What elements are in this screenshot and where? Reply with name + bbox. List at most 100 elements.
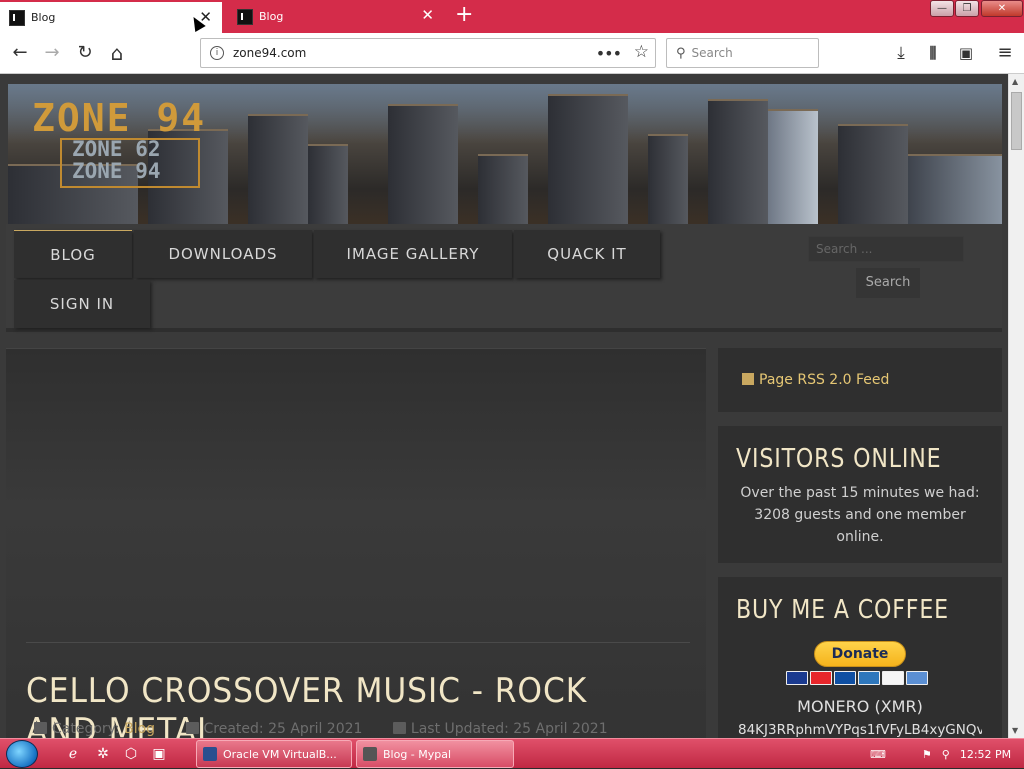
network-icon[interactable]: ⚑ — [922, 748, 932, 761]
menu-item-quack-it[interactable]: QUACK IT — [514, 230, 660, 278]
donate-button[interactable]: Donate — [814, 641, 906, 667]
maestro-card-icon — [834, 671, 856, 685]
site-banner[interactable]: ZONE 94 ZONE 62 ZONE 94 — [8, 84, 1002, 224]
mypal-icon — [363, 747, 377, 761]
scroll-down-icon[interactable]: ▼ — [1012, 726, 1018, 735]
close-tab-icon[interactable]: ✕ — [421, 8, 434, 23]
banner-building — [388, 104, 458, 224]
download-icon[interactable]: ⤓ — [890, 42, 912, 64]
coffee-title: BUY ME A COFFEE — [736, 595, 949, 625]
tab-title: Blog — [259, 10, 284, 23]
taskbar: ℯ ✲ ⬡ ▣ Oracle VM VirtualB... Blog - Myp… — [0, 738, 1024, 768]
coffee-module: BUY ME A COFFEE Donate MONERO (XMR) 84KJ… — [718, 577, 1002, 738]
rss-icon — [742, 373, 754, 385]
site-info-icon[interactable]: i — [210, 46, 224, 60]
visitors-text: Over the past 15 minutes we had: 3208 gu… — [740, 485, 980, 545]
updated-date: Last Updated: 25 April 2021 — [410, 721, 608, 737]
visa-card-icon — [786, 671, 808, 685]
logo-line-3: ZONE 94 — [72, 159, 161, 183]
internet-explorer-icon[interactable]: ℯ — [64, 745, 82, 763]
rss-module: Page RSS 2.0 Feed — [718, 348, 1002, 412]
browser-search-input[interactable]: ⚲ Search — [666, 38, 819, 68]
divider — [26, 642, 690, 643]
search-placeholder: Search — [691, 46, 733, 60]
search-icon: ⚲ — [676, 45, 686, 61]
site-logo[interactable]: ZONE 94 — [32, 96, 206, 140]
monero-label: MONERO (XMR) — [797, 697, 923, 716]
forward-button[interactable]: → — [41, 42, 63, 64]
browser-chrome: Blog ✕ Blog ✕ + — ❐ ✕ ← → ↻ ⌂ i zone94.c… — [0, 0, 1024, 74]
page-actions-icon[interactable]: ••• — [596, 44, 622, 63]
visitors-title: VISITORS ONLINE — [736, 444, 942, 474]
site-favicon-icon — [237, 8, 253, 25]
start-button[interactable] — [6, 740, 38, 768]
banner-building — [548, 94, 628, 224]
navigation-toolbar: ← → ↻ ⌂ i zone94.com ••• ☆ ⚲ Search ⤓ ⫼ … — [0, 33, 1024, 74]
home-button[interactable]: ⌂ — [106, 42, 128, 64]
clock[interactable]: 12:52 PM — [960, 748, 1011, 761]
monero-address[interactable]: 84KJ3RRphmVYPqs1fVFyLB4xyGNQv1 — [738, 722, 982, 738]
logo-line-2: ZONE 62 — [72, 137, 161, 161]
banner-building — [478, 154, 528, 224]
site-search-input[interactable]: Search ... — [808, 236, 964, 262]
keyboard-icon[interactable]: ⌨ — [870, 748, 886, 761]
tab-blog-active[interactable]: Blog ✕ — [0, 0, 222, 33]
back-button[interactable]: ← — [9, 42, 31, 64]
search-icon[interactable]: ⚲ — [942, 748, 950, 761]
scrollbar-thumb[interactable] — [1011, 92, 1022, 150]
scroll-up-icon[interactable]: ▲ — [1012, 77, 1018, 86]
system-tray: ⌨ ⚑ ⚲ 12:52 PM — [870, 739, 1021, 769]
library-icon[interactable]: ⫼ — [922, 42, 944, 64]
page-scrollbar[interactable]: ▲ ▼ — [1008, 74, 1024, 738]
amex-card-icon — [858, 671, 880, 685]
web-page: ZONE 94 ZONE 62 ZONE 94 BLOG DOWNLOADS IM… — [0, 74, 1008, 738]
new-tab-button[interactable]: + — [455, 4, 473, 26]
virtualbox-icon — [203, 747, 217, 761]
site-search-button[interactable]: Search — [856, 268, 920, 298]
reload-button[interactable]: ↻ — [74, 42, 96, 64]
banner-building — [768, 109, 818, 224]
banner-building — [838, 124, 908, 224]
mastercard-icon — [810, 671, 832, 685]
article-meta: Category: Blog Created: 25 April 2021 La… — [34, 721, 608, 737]
task-label: Oracle VM VirtualB... — [223, 747, 337, 761]
close-window-button[interactable]: ✕ — [981, 0, 1023, 17]
rss-label: Page RSS 2.0 Feed — [759, 372, 890, 388]
taskbar-item-virtualbox[interactable]: Oracle VM VirtualB... — [196, 740, 352, 768]
menu-item-sign-in[interactable]: SIGN IN — [14, 280, 150, 328]
banner-building — [648, 134, 688, 224]
site-favicon-icon — [9, 9, 25, 26]
logo-subtitle: ZONE 62 ZONE 94 — [72, 138, 161, 182]
menu-icon[interactable]: ≡ — [994, 42, 1016, 64]
main-menu: BLOG DOWNLOADS IMAGE GALLERY QUACK IT SI… — [6, 224, 1002, 332]
sidebar-icon[interactable]: ▣ — [955, 42, 977, 64]
menu-item-image-gallery[interactable]: IMAGE GALLERY — [314, 230, 512, 278]
task-label: Blog - Mypal — [383, 747, 452, 761]
url-text: zone94.com — [233, 46, 307, 60]
tab-strip: Blog ✕ Blog ✕ + — ❐ ✕ — [0, 0, 1024, 33]
calendar-icon — [392, 722, 406, 734]
menu-item-blog[interactable]: BLOG — [14, 230, 132, 278]
quicklaunch-app-icon[interactable]: ✲ — [94, 745, 112, 763]
maximize-window-button[interactable]: ❐ — [955, 0, 979, 17]
article-area: CELLO CROSSOVER MUSIC - ROCK AND METAL C… — [6, 348, 706, 738]
category-label: Category: — [52, 721, 120, 737]
bank-card-icon — [906, 671, 928, 685]
banner-building — [248, 114, 308, 224]
banner-building — [908, 154, 1002, 224]
bookmark-star-icon[interactable]: ☆ — [634, 42, 649, 62]
minimize-window-button[interactable]: — — [930, 0, 954, 17]
address-bar[interactable]: i zone94.com ••• ☆ — [200, 38, 656, 68]
show-desktop-icon[interactable]: ▣ — [150, 745, 168, 763]
menu-item-downloads[interactable]: DOWNLOADS — [134, 230, 312, 278]
banner-building — [308, 144, 348, 224]
tab-title: Blog — [31, 11, 56, 24]
taskbar-item-mypal[interactable]: Blog - Mypal — [356, 740, 514, 768]
folder-icon — [34, 722, 47, 734]
virtualbox-icon[interactable]: ⬡ — [122, 745, 140, 763]
calendar-icon — [185, 722, 199, 734]
tab-blog[interactable]: Blog ✕ — [228, 0, 444, 33]
banner-building — [708, 99, 768, 224]
category-link[interactable]: Blog — [124, 721, 155, 737]
rss-feed-link[interactable]: Page RSS 2.0 Feed — [742, 372, 889, 388]
